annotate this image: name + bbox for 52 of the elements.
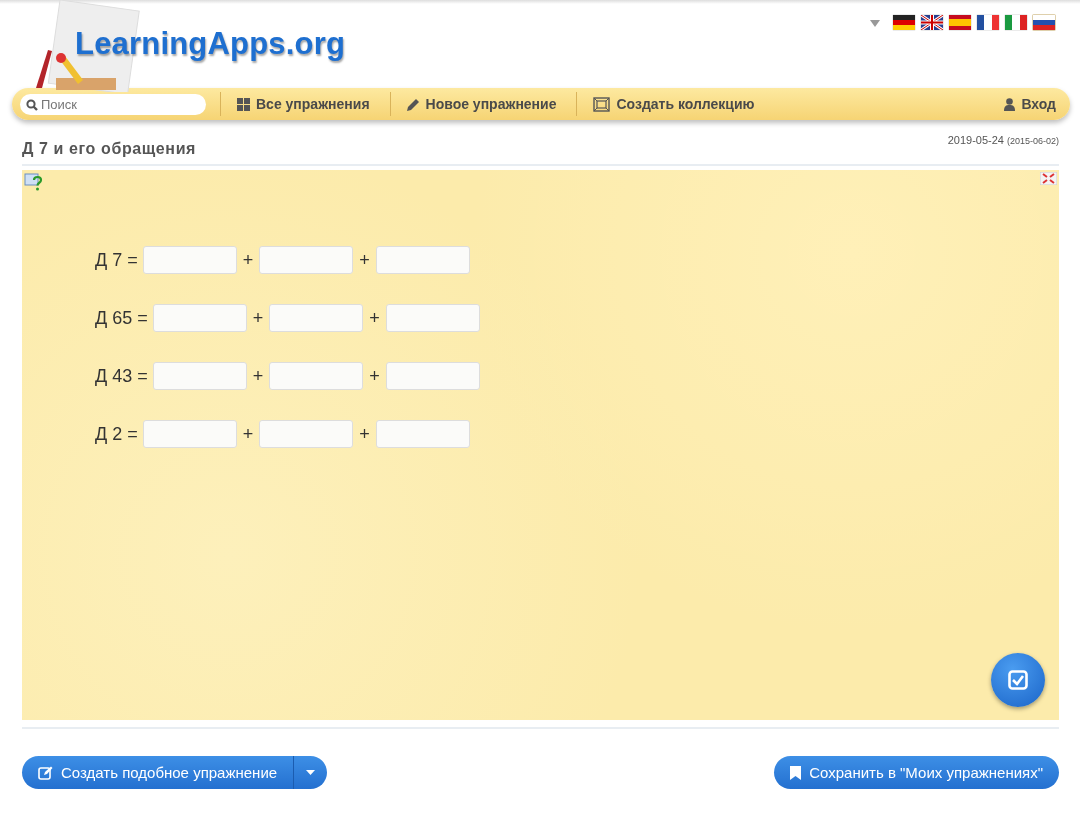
login-link[interactable]: Вход bbox=[996, 96, 1062, 112]
save-button[interactable]: Сохранить в "Моих упражнениях" bbox=[774, 756, 1059, 789]
search-field[interactable]: Поиск bbox=[20, 93, 206, 115]
fullscreen-icon[interactable] bbox=[1040, 172, 1057, 185]
flag-icon[interactable] bbox=[920, 14, 944, 31]
logo-text[interactable]: LearningApps.org bbox=[75, 26, 346, 62]
dropdown-button[interactable] bbox=[293, 756, 328, 789]
original-date-text: (2015-06-02) bbox=[1006, 136, 1059, 146]
equation-label: Д 65 = bbox=[95, 307, 148, 329]
caret-icon[interactable] bbox=[870, 20, 880, 27]
plus-sign: + bbox=[358, 423, 371, 445]
nav-link[interactable]: Все упражнения bbox=[229, 96, 376, 112]
answer-field[interactable] bbox=[142, 420, 237, 448]
pencil-icon bbox=[406, 97, 420, 111]
exercise-title: Д 7 и его обращения bbox=[22, 140, 196, 158]
answer-field[interactable] bbox=[269, 304, 364, 332]
plus-sign: + bbox=[368, 307, 381, 329]
flag-icon[interactable] bbox=[1032, 14, 1056, 31]
plus-sign: + bbox=[251, 307, 265, 329]
answer-field[interactable] bbox=[152, 304, 247, 332]
user-icon bbox=[1004, 97, 1016, 111]
plus-sign: + bbox=[241, 249, 255, 271]
date-text: 2019-05-24 bbox=[947, 134, 1004, 146]
help-icon[interactable] bbox=[24, 172, 44, 192]
equation-label: Д 2 = bbox=[95, 423, 138, 445]
flag-icon[interactable] bbox=[976, 14, 1000, 31]
answer-field[interactable] bbox=[142, 246, 237, 274]
equation-label: Д 7 = bbox=[95, 249, 138, 271]
answer-field[interactable] bbox=[385, 304, 480, 332]
answer-field[interactable] bbox=[375, 246, 470, 274]
plus-sign: + bbox=[251, 365, 265, 387]
answer-field[interactable] bbox=[375, 420, 470, 448]
grid-icon bbox=[237, 97, 250, 111]
equation-label: Д 43 = bbox=[95, 365, 148, 387]
answer-field[interactable] bbox=[152, 362, 247, 390]
answer-field[interactable] bbox=[259, 420, 354, 448]
plus-sign: + bbox=[358, 249, 371, 271]
answer-field[interactable] bbox=[269, 362, 364, 390]
answer-field[interactable] bbox=[385, 362, 480, 390]
nav-link[interactable]: Создать коллекцию bbox=[585, 96, 761, 112]
edit-icon bbox=[38, 765, 53, 780]
plus-sign: + bbox=[368, 365, 381, 387]
create-similar-button[interactable]: Создать подобное упражнение bbox=[22, 756, 294, 789]
answer-field[interactable] bbox=[259, 246, 354, 274]
flag-icon[interactable] bbox=[892, 14, 916, 31]
caret-icon bbox=[306, 770, 316, 775]
collection-icon bbox=[593, 96, 611, 112]
nav-link[interactable]: Новое упражнение bbox=[398, 96, 563, 112]
bookmark-icon bbox=[790, 765, 802, 780]
check-button[interactable] bbox=[991, 653, 1045, 707]
plus-sign: + bbox=[241, 423, 255, 445]
check-icon bbox=[1008, 670, 1028, 690]
